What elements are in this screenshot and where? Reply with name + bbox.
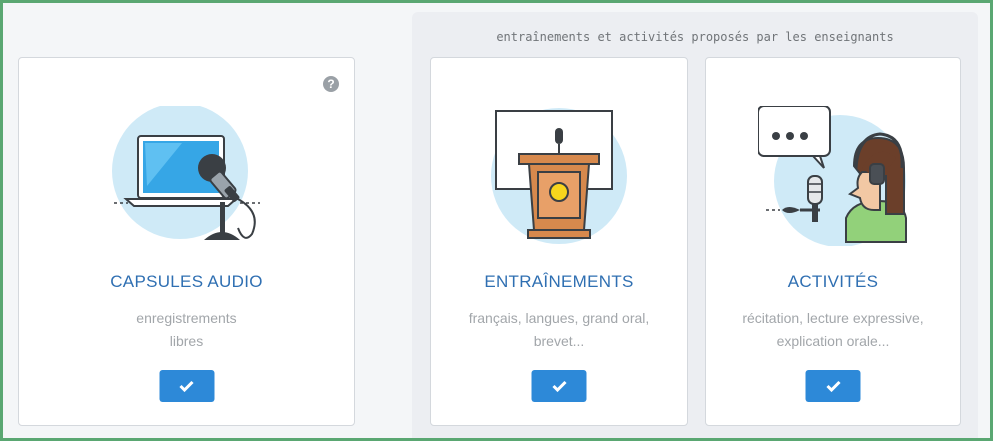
card-description-line: français, langues, grand oral,: [468, 310, 650, 326]
card-title: ENTRAÎNEMENTS: [484, 272, 634, 291]
teacher-activities-note: entraînements et activités proposés par …: [496, 30, 894, 44]
card-description-line: enregistrements: [136, 310, 237, 326]
laptop-microphone-icon: [111, 106, 260, 240]
entrainements-card[interactable]: ENTRAÎNEMENTS français, langues, grand o…: [430, 57, 688, 426]
card-description: enregistrements libres: [19, 307, 354, 353]
capsules-audio-card[interactable]: ? CAPSULES AUDIO enregistrements libres: [18, 57, 355, 426]
card-description-line: explication orale...: [776, 333, 890, 349]
card-description-line: brevet...: [533, 333, 585, 349]
card-description-line: libres: [169, 333, 204, 349]
help-icon[interactable]: ?: [323, 76, 339, 92]
select-capsules-button[interactable]: [159, 370, 214, 402]
select-entrainements-button[interactable]: [531, 370, 587, 402]
select-activites-button[interactable]: [805, 370, 861, 402]
card-title: ACTIVITÉS: [787, 272, 879, 291]
checkmark-icon: [551, 380, 567, 393]
card-description: français, langues, grand oral, brevet...: [431, 307, 687, 353]
podium-icon: [491, 108, 627, 244]
card-description: récitation, lecture expressive, explicat…: [706, 307, 960, 353]
card-title: CAPSULES AUDIO: [110, 272, 263, 291]
card-description-line: récitation, lecture expressive,: [742, 310, 924, 326]
checkmark-icon: [825, 380, 841, 393]
activites-card[interactable]: ACTIVITÉS récitation, lecture expressive…: [705, 57, 961, 426]
speaker-headset-icon: [758, 106, 907, 246]
checkmark-icon: [179, 380, 194, 393]
